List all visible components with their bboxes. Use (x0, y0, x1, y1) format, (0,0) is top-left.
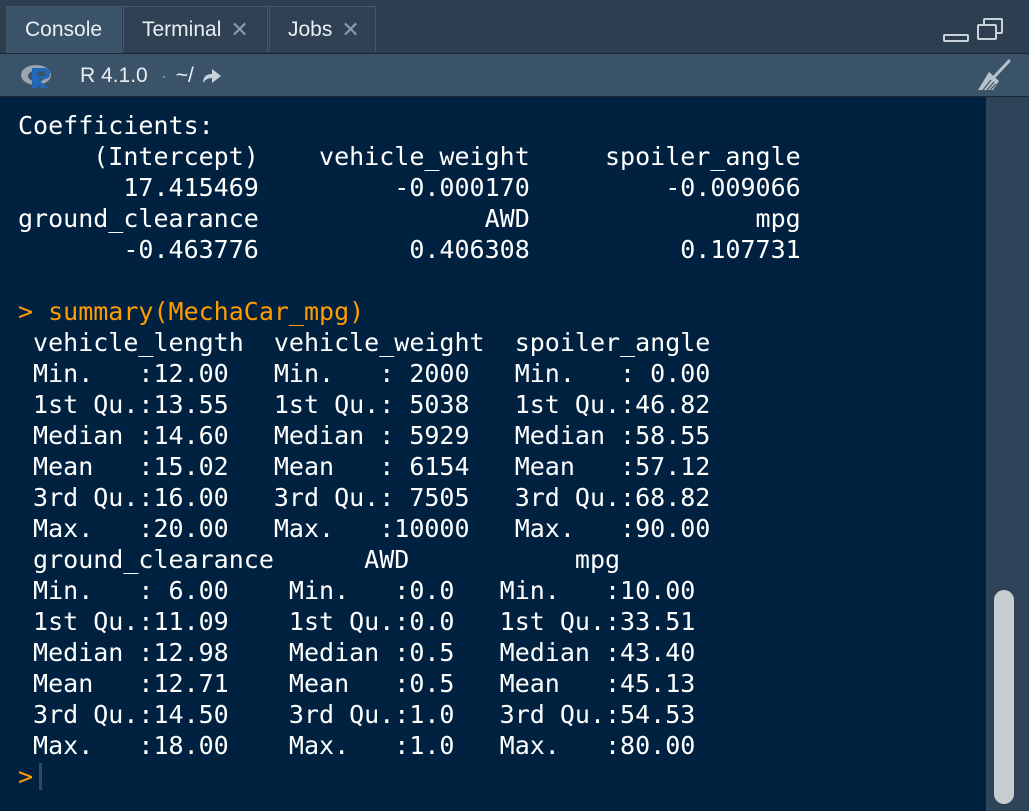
tab-console[interactable]: Console (6, 6, 122, 53)
console-prompt: > (18, 762, 34, 791)
pane-tab-bar: Console Terminal ✕ Jobs ✕ (0, 0, 1029, 54)
console-line: ground_clearance AWD mpg (18, 204, 801, 233)
close-icon[interactable]: ✕ (341, 18, 359, 41)
maximize-icon[interactable] (977, 18, 1005, 42)
console-line: 17.415469 -0.000170 -0.009066 (18, 173, 801, 202)
r-version: R 4.1.0 (80, 64, 148, 87)
tab-console-label: Console (25, 18, 103, 41)
console-line: 1st Qu.:13.55 1st Qu.: 5038 1st Qu.:46.8… (18, 390, 711, 419)
minimize-icon[interactable] (943, 34, 969, 42)
console-toolbar: R 4.1.0 · ~/ (0, 54, 1029, 97)
scrollbar-thumb[interactable] (994, 590, 1014, 804)
console-line: Max. :20.00 Max. :10000 Max. :90.00 (18, 514, 711, 543)
console-line: ground_clearance AWD mpg (18, 545, 621, 574)
console-line: Min. :12.00 Min. : 2000 Min. : 0.00 (18, 359, 711, 388)
console-line: Mean :15.02 Mean : 6154 Mean :57.12 (18, 452, 711, 481)
console-line: -0.463776 0.406308 0.107731 (18, 235, 801, 264)
console-line: 3rd Qu.:16.00 3rd Qu.: 7505 3rd Qu.:68.8… (18, 483, 711, 512)
console-line: Coefficients: (18, 111, 214, 140)
console-line: (Intercept) vehicle_weight spoiler_angle (18, 142, 801, 171)
console-line: 3rd Qu.:14.50 3rd Qu.:1.0 3rd Qu.:54.53 (18, 700, 696, 729)
window-controls (943, 18, 1005, 42)
console-line: 1st Qu.:11.09 1st Qu.:0.0 1st Qu.:33.51 (18, 607, 696, 636)
r-logo-icon (21, 65, 51, 88)
tab-jobs-label: Jobs (288, 17, 333, 41)
console-line: Mean :12.71 Mean :0.5 Mean :45.13 (18, 669, 696, 698)
goto-directory-icon[interactable] (200, 66, 224, 86)
tab-terminal-label: Terminal (142, 17, 222, 41)
text-cursor (39, 763, 43, 790)
separator: · (160, 65, 167, 86)
console-command-line: > summary(MechaCar_mpg) (18, 297, 365, 326)
console-line: Min. : 6.00 Min. :0.0 Min. :10.00 (18, 576, 696, 605)
working-directory: ~/ (175, 64, 194, 87)
console-location: R 4.1.0 · ~/ (80, 62, 224, 90)
rstudio-console-pane: Console Terminal ✕ Jobs ✕ R 4.1.0 · ~/ C… (0, 0, 1029, 811)
console-line: Median :14.60 Median : 5929 Median :58.5… (18, 421, 711, 450)
console-line: vehicle_length vehicle_weight spoiler_an… (18, 328, 711, 357)
console-output[interactable]: Coefficients: (Intercept) vehicle_weight… (0, 97, 986, 811)
console-line: Max. :18.00 Max. :1.0 Max. :80.00 (18, 731, 696, 760)
tab-jobs[interactable]: Jobs ✕ (269, 6, 376, 52)
close-icon[interactable]: ✕ (230, 18, 248, 41)
console-line: Median :12.98 Median :0.5 Median :43.40 (18, 638, 696, 667)
console-input-line[interactable]: > (18, 761, 986, 792)
tab-terminal[interactable]: Terminal ✕ (123, 6, 268, 52)
broom-icon[interactable] (975, 59, 1013, 93)
